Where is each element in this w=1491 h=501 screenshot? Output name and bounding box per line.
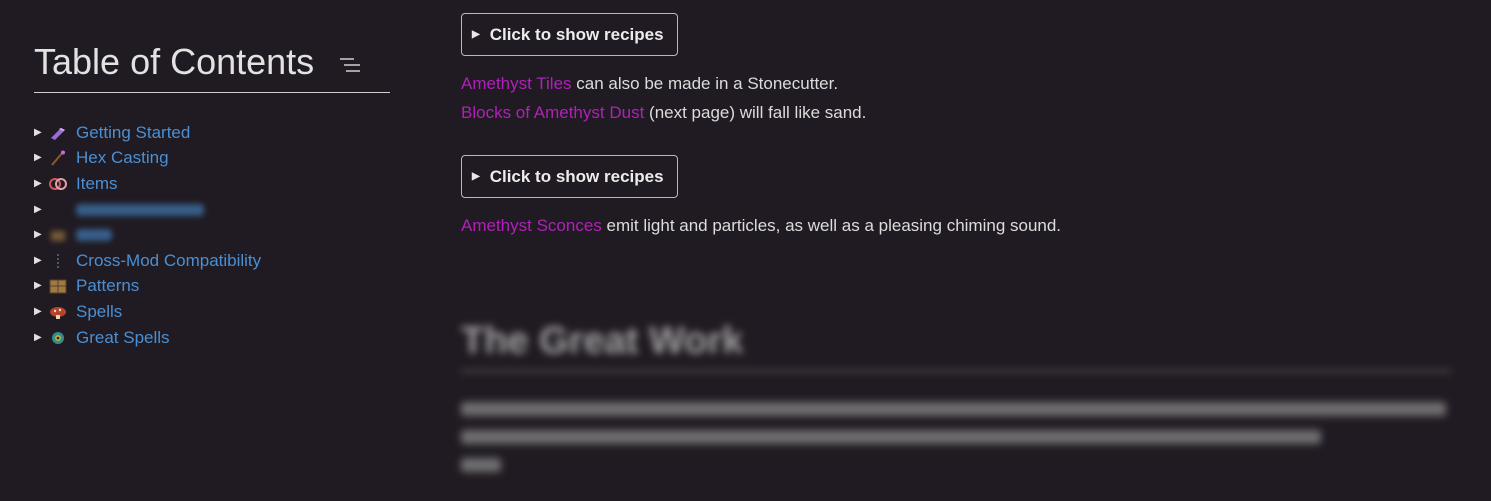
toc-link-obscured[interactable] [76,203,204,216]
item-link-amethyst-dust[interactable]: Blocks of Amethyst Dust [461,103,644,122]
paragraph-text: emit light and particles, as well as a p… [606,216,1062,235]
obscured-section: The Great Work [461,300,1461,490]
sidebar: Table of Contents ▶ Getting Started ▶ He… [0,0,420,501]
obscured-text-line [461,458,501,472]
toc-link[interactable]: Spells [76,301,122,323]
paragraph-amethyst-dust: Blocks of Amethyst Dust (next page) will… [461,102,866,124]
expand-triangle-icon: ▶ [472,171,480,182]
paragraph-text: can also be made in a Stonecutter. [576,74,839,93]
ender-eye-icon [52,331,64,344]
show-recipes-button[interactable]: ▶ Click to show recipes [461,155,678,198]
blank-icon [48,202,68,218]
paragraph-text: (next page) will fall like sand. [649,103,867,122]
toc-item-obscured[interactable]: ▶ [34,197,261,223]
list-icon[interactable] [338,56,362,74]
chest-icon [51,231,65,242]
toc-item-getting-started[interactable]: ▶ Getting Started [34,120,261,146]
expand-arrow-icon[interactable]: ▶ [34,147,48,169]
toc-link[interactable]: Cross-Mod Compatibility [76,250,261,272]
section-heading: The Great Work [461,320,744,362]
section-divider [461,370,1451,372]
toc-title: Table of Contents [34,41,315,82]
expand-arrow-icon[interactable]: ▶ [34,250,48,272]
chain-icon [57,253,59,268]
amethyst-shard-icon [51,127,65,140]
expand-arrow-icon[interactable]: ▶ [34,199,48,221]
toc-link-obscured[interactable] [76,229,112,242]
expand-triangle-icon: ▶ [472,29,480,40]
toc-item-items[interactable]: ▶ Items [34,171,261,197]
mushroom-icon [50,306,66,319]
toc-link[interactable]: Hex Casting [76,147,169,169]
paragraph-amethyst-tiles: Amethyst Tiles can also be made in a Sto… [461,73,838,95]
toc-link[interactable]: Great Spells [76,327,170,349]
main-content: ▶ Click to show recipes Amethyst Tiles c… [436,0,1491,501]
paragraph-amethyst-sconces: Amethyst Sconces emit light and particle… [461,215,1061,237]
obscured-text-line [461,402,1446,416]
expand-arrow-icon[interactable]: ▶ [34,275,48,297]
crate-icon [49,279,67,294]
staff-icon [51,150,65,167]
show-recipes-label: Click to show recipes [489,166,664,186]
toc-item-great-spells[interactable]: ▶ Great Spells [34,325,261,351]
show-recipes-button[interactable]: ▶ Click to show recipes [461,13,678,56]
toc-link[interactable]: Patterns [76,275,139,297]
toc-item-spells[interactable]: ▶ Spells [34,299,261,325]
item-link-amethyst-sconces[interactable]: Amethyst Sconces [461,216,602,235]
toc-item-hex-casting[interactable]: ▶ Hex Casting [34,146,261,172]
toc-link[interactable]: Items [76,173,118,195]
toc-item-cross-mod-compatibility[interactable]: ▶ Cross-Mod Compatibility [34,248,261,274]
show-recipes-label: Click to show recipes [489,24,664,44]
lens-icon [49,177,67,190]
expand-arrow-icon[interactable]: ▶ [34,327,48,349]
toc-item-patterns[interactable]: ▶ Patterns [34,274,261,300]
toc-link[interactable]: Getting Started [76,122,190,144]
obscured-text-line [461,430,1321,444]
toc-header: Table of Contents [34,40,390,93]
expand-arrow-icon[interactable]: ▶ [34,173,48,195]
expand-arrow-icon[interactable]: ▶ [34,301,48,323]
toc-item-obscured[interactable]: ▶ [34,222,261,248]
expand-arrow-icon[interactable]: ▶ [34,224,48,246]
toc-list: ▶ Getting Started ▶ Hex Casting ▶ Items [34,120,261,350]
item-link-amethyst-tiles[interactable]: Amethyst Tiles [461,74,572,93]
expand-arrow-icon[interactable]: ▶ [34,122,48,144]
